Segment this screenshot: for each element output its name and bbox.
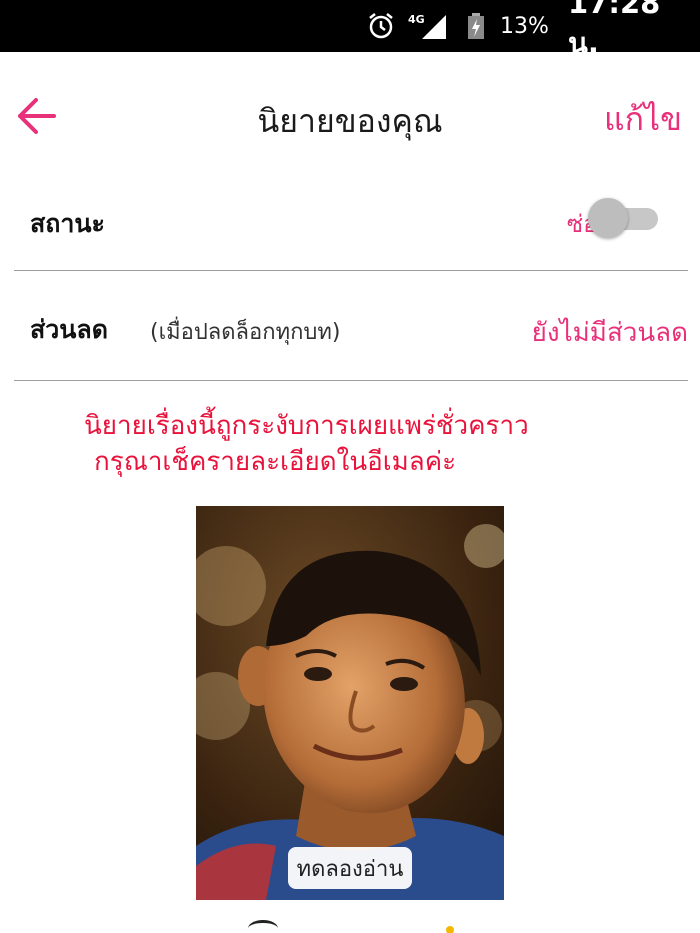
visibility-toggle[interactable] xyxy=(588,198,660,238)
toggle-thumb xyxy=(588,198,628,238)
try-read-button[interactable]: ทดลองอ่าน xyxy=(288,847,412,889)
clock: 17:28 น. xyxy=(568,0,661,60)
battery-icon xyxy=(466,0,486,52)
page-title: นิยายของคุณ xyxy=(257,102,443,140)
alarm-icon xyxy=(366,0,396,52)
battery-percent: 13% xyxy=(500,13,549,39)
status-row: สถานะ ซ่อน xyxy=(14,166,688,271)
notice-line-2: กรุณาเช็ครายละเอียดในอีเมลค่ะ xyxy=(94,447,457,477)
discount-row[interactable]: ส่วนลด (เมื่อปลดล็อกทุกบท) ยังไม่มีส่วนล… xyxy=(14,272,688,381)
cover-photo xyxy=(196,506,504,900)
status-bar: 4G 13% 17:28 น. xyxy=(0,0,700,60)
edit-button[interactable]: แก้ไข xyxy=(604,94,682,145)
notice-line-1: นิยายเรื่องนี้ถูกระงับการเผยแพร่ชั่วคราว xyxy=(84,411,529,441)
novel-cover-image[interactable] xyxy=(196,506,504,900)
discount-value: ยังไม่มีส่วนลด xyxy=(531,318,688,348)
cut-off-text-glyph xyxy=(248,920,278,933)
discount-sublabel: (เมื่อปลดล็อกทุกบท) xyxy=(150,320,341,345)
cut-off-star-icon xyxy=(446,926,454,933)
app-header: นิยายของคุณ แก้ไข xyxy=(0,52,700,176)
discount-label: ส่วนลด xyxy=(30,315,108,344)
network-type-label: 4G xyxy=(408,13,425,26)
suspension-notice: นิยายเรื่องนี้ถูกระงับการเผยแพร่ชั่วคราว… xyxy=(84,408,644,480)
content-below-fold xyxy=(0,916,700,933)
signal-icon: 4G xyxy=(406,0,450,52)
status-label: สถานะ xyxy=(30,209,105,238)
